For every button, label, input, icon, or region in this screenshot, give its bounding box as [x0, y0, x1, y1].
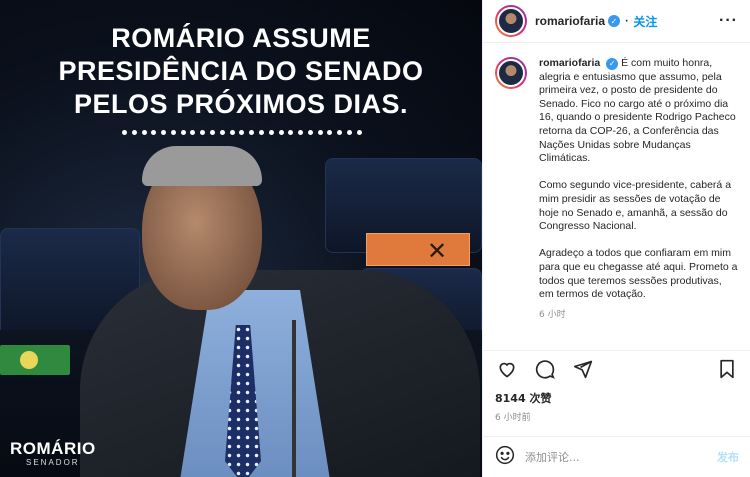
likes-count[interactable]: 8144 次赞 — [495, 390, 551, 406]
comment-box: 发布 — [483, 436, 750, 477]
senator-photo — [80, 146, 480, 477]
headline-line-3: PELOS PRÓXIMOS DIAS. — [73, 89, 409, 119]
caption-paragraph-2: Como segundo vice-presidente, caberá a m… — [539, 179, 732, 233]
caption: romariofaria ✓ É com muito honra, alegri… — [483, 43, 750, 323]
heart-icon[interactable] — [495, 357, 519, 381]
bookmark-icon[interactable] — [715, 357, 739, 381]
verified-badge-icon: ✓ — [606, 57, 619, 70]
headline-line-2: PRESIDÊNCIA DO SENADO — [58, 56, 424, 86]
caption-time: 6 小时 — [539, 310, 566, 321]
caption-avatar[interactable] — [495, 57, 527, 89]
more-horizontal-icon[interactable]: ··· — [719, 12, 738, 30]
dotted-divider — [122, 130, 362, 135]
brand-subtitle: SENADOR — [26, 458, 80, 467]
post-sidebar: romariofaria ✓ · 关注 ··· romariofaria ✓ É… — [482, 0, 750, 477]
caption-text: romariofaria ✓ É com muito honra, alegri… — [539, 57, 738, 323]
image-headline: ROMÁRIO ASSUME PRESIDÊNCIA DO SENADO PEL… — [0, 22, 482, 121]
verified-badge-icon: ✓ — [608, 15, 621, 27]
avatar[interactable] — [495, 5, 527, 37]
headline-line-1: ROMÁRIO ASSUME — [111, 23, 371, 53]
post-image[interactable]: ROMÁRIO ASSUME PRESIDÊNCIA DO SENADO PEL… — [0, 0, 482, 477]
caption-username[interactable]: romariofaria — [539, 57, 600, 69]
microphone — [292, 320, 296, 477]
brand-logo: ROMÁRIO SENADOR — [10, 439, 96, 468]
follow-button[interactable]: 关注 — [633, 13, 657, 30]
post-time[interactable]: 6 小时前 — [495, 410, 531, 423]
instagram-post-window: ROMÁRIO ASSUME PRESIDÊNCIA DO SENADO PEL… — [0, 0, 750, 477]
comment-input[interactable] — [525, 450, 695, 464]
separator-dot: · — [624, 12, 630, 29]
post-comment-button[interactable]: 发布 — [717, 449, 739, 465]
share-icon[interactable] — [571, 357, 595, 381]
brand-name: ROMÁRIO — [10, 439, 96, 458]
hair — [142, 146, 262, 186]
emoji-icon[interactable] — [495, 445, 515, 470]
header-username[interactable]: romariofaria — [535, 14, 605, 28]
caption-paragraph-1: É com muito honra, alegria e entusiasmo … — [539, 57, 736, 165]
post-header: romariofaria ✓ · 关注 ··· — [483, 0, 750, 43]
caption-paragraph-3: Agradeço a todos que confiaram em mim pa… — [539, 247, 738, 301]
action-bar — [483, 350, 750, 387]
comment-icon[interactable] — [533, 357, 557, 381]
voting-panel — [0, 345, 70, 375]
